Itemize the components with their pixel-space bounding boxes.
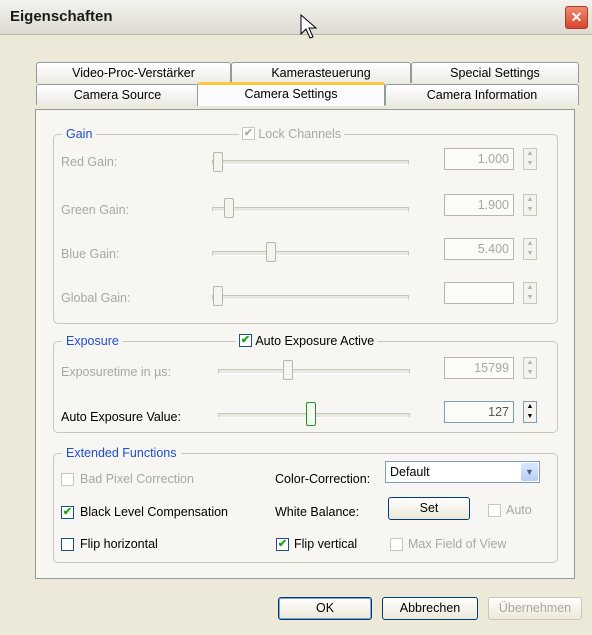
- white-balance-label: White Balance:: [275, 505, 360, 519]
- exposure-time-label: Exposuretime in µs:: [61, 365, 172, 379]
- max-fov-label: Max Field of View: [408, 537, 507, 551]
- flip-horizontal-checkbox[interactable]: [61, 538, 74, 551]
- chevron-down-icon[interactable]: ▼: [521, 463, 538, 481]
- blue-gain-slider-track: [212, 251, 409, 256]
- green-gain-slider-track: [212, 207, 409, 212]
- spin-up-icon: ▲: [526, 150, 534, 157]
- flip-vertical-checkbox[interactable]: ✔: [276, 538, 289, 551]
- spin-down-icon: ▼: [526, 294, 534, 301]
- color-correction-value: Default: [390, 465, 430, 479]
- tab-label: Camera Source: [73, 88, 162, 102]
- red-gain-label: Red Gain:: [61, 155, 118, 169]
- tab-label: Special Settings: [450, 66, 540, 80]
- tab-label: Kamerasteuerung: [271, 66, 371, 80]
- gain-group-label: Gain: [62, 127, 97, 141]
- exposure-time-spinner[interactable]: ▲ ▼: [523, 357, 537, 379]
- auto-exposure-active[interactable]: ✔ Auto Exposure Active: [236, 333, 378, 348]
- apply-button[interactable]: Übernehmen: [488, 597, 582, 620]
- close-button[interactable]: ✕: [565, 6, 588, 29]
- spin-down-icon: ▼: [526, 413, 534, 420]
- spin-down-icon: ▼: [526, 160, 534, 167]
- tab-label: Camera Settings: [244, 87, 338, 101]
- blue-gain-value[interactable]: 5.400: [444, 238, 514, 260]
- lock-channels-checkbox[interactable]: ✔: [242, 127, 255, 141]
- red-gain-slider-track: [212, 160, 409, 165]
- extended-functions-group-label: Extended Functions: [62, 446, 181, 460]
- auto-exposure-checkbox[interactable]: ✔: [239, 334, 252, 348]
- black-level-label: Black Level Compensation: [80, 505, 228, 519]
- global-gain-slider-thumb[interactable]: [213, 286, 223, 306]
- title-bar: Eigenschaften ✕: [0, 0, 592, 35]
- spin-down-icon: ▼: [526, 369, 534, 376]
- exposure-time-slider-thumb[interactable]: [283, 360, 293, 380]
- red-gain-value[interactable]: 1.000: [444, 148, 514, 170]
- tab-camera-source[interactable]: Camera Source: [36, 84, 199, 105]
- auto-exposure-slider-thumb[interactable]: [306, 402, 316, 426]
- global-gain-slider-track: [212, 295, 409, 300]
- max-fov-checkbox[interactable]: [390, 538, 403, 551]
- red-gain-spinner[interactable]: ▲ ▼: [523, 148, 537, 170]
- global-gain-label: Global Gain:: [61, 291, 131, 305]
- spin-down-icon: ▼: [526, 250, 534, 257]
- spin-up-icon: ▲: [526, 359, 534, 366]
- exposure-group-label: Exposure: [62, 334, 123, 348]
- close-icon: ✕: [570, 9, 583, 25]
- exposure-time-value[interactable]: 15799: [444, 357, 514, 379]
- window-title: Eigenschaften: [10, 8, 113, 25]
- green-gain-spinner[interactable]: ▲ ▼: [523, 194, 537, 216]
- blue-gain-spinner[interactable]: ▲ ▼: [523, 238, 537, 260]
- tab-camera-information[interactable]: Camera Information: [385, 84, 579, 105]
- bad-pixel-label: Bad Pixel Correction: [80, 472, 194, 486]
- spin-up-icon: ▲: [526, 240, 534, 247]
- green-gain-label: Green Gain:: [61, 203, 130, 217]
- color-correction-select[interactable]: Default ▼: [385, 461, 540, 483]
- ok-button[interactable]: OK: [278, 597, 372, 620]
- tab-special-settings[interactable]: Special Settings: [411, 62, 579, 83]
- black-level-checkbox[interactable]: ✔: [61, 506, 74, 519]
- spin-up-icon: ▲: [526, 196, 534, 203]
- flip-vertical-label: Flip vertical: [294, 537, 358, 551]
- global-gain-spinner[interactable]: ▲ ▼: [523, 282, 537, 304]
- mouse-cursor-icon: [300, 14, 318, 39]
- exposure-time-slider-track: [218, 369, 410, 374]
- lock-channels-label: Lock Channels: [258, 126, 342, 141]
- tab-camera-settings[interactable]: Camera Settings: [197, 82, 385, 106]
- green-gain-value[interactable]: 1.900: [444, 194, 514, 216]
- blue-gain-label: Blue Gain:: [61, 247, 120, 261]
- auto-exposure-label: Auto Exposure Active: [255, 333, 375, 348]
- auto-exposure-value-label: Auto Exposure Value:: [61, 410, 181, 424]
- spin-up-icon: ▲: [526, 284, 534, 291]
- bad-pixel-checkbox[interactable]: [61, 473, 74, 486]
- tab-label: Video-Proc-Verstärker: [72, 66, 195, 80]
- tab-label: Camera Information: [426, 88, 538, 102]
- global-gain-value[interactable]: [444, 282, 514, 304]
- tab-video-proc[interactable]: Video-Proc-Verstärker: [36, 62, 231, 83]
- spin-down-icon: ▼: [526, 206, 534, 213]
- tab-kamerasteuerung[interactable]: Kamerasteuerung: [231, 62, 411, 83]
- auto-exposure-value[interactable]: 127: [444, 401, 514, 423]
- white-balance-set-button[interactable]: Set: [388, 497, 470, 520]
- green-gain-slider-thumb[interactable]: [224, 198, 234, 218]
- red-gain-slider-thumb[interactable]: [213, 152, 223, 172]
- tab-panel: Gain ✔ Lock Channels Red Gain: 1.000 ▲ ▼ …: [35, 109, 575, 579]
- white-balance-auto-checkbox[interactable]: [488, 504, 501, 517]
- white-balance-auto-label: Auto: [506, 503, 532, 517]
- auto-exposure-spinner[interactable]: ▲ ▼: [523, 401, 537, 423]
- cancel-button[interactable]: Abbrechen: [382, 597, 478, 620]
- spin-up-icon: ▲: [526, 403, 534, 410]
- color-correction-label: Color-Correction:: [275, 472, 371, 486]
- flip-horizontal-label: Flip horizontal: [80, 537, 158, 551]
- blue-gain-slider-thumb[interactable]: [266, 242, 276, 262]
- lock-channels[interactable]: ✔ Lock Channels: [239, 126, 345, 141]
